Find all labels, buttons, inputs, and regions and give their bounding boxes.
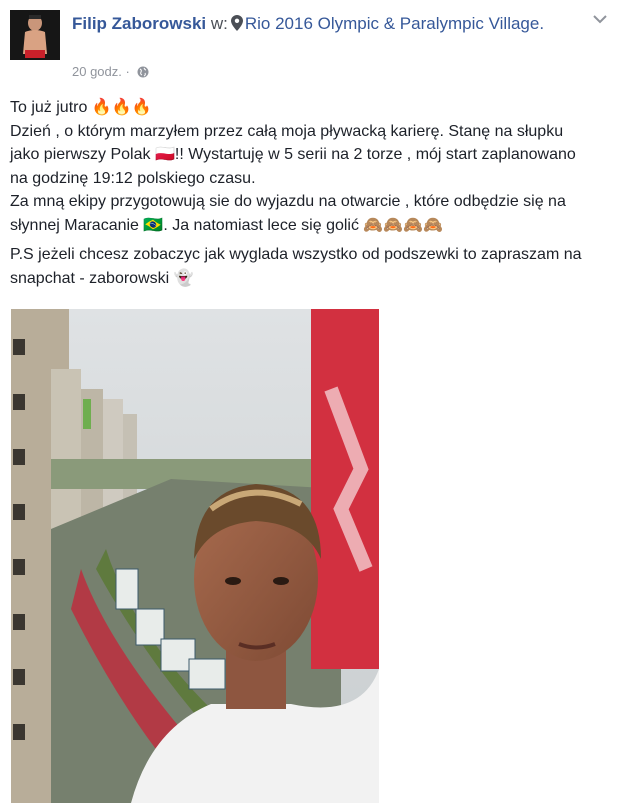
post-meta: 20 godz. · [72, 64, 149, 79]
post-text-paragraph: Za mną ekipy przygotowują sie do wyjazdu… [10, 193, 566, 234]
post-photo[interactable] [11, 309, 379, 803]
post-header: Filip Zaborowski w: Rio 2016 Olympic & Pa… [10, 10, 607, 82]
globe-icon[interactable] [137, 66, 149, 78]
avatar-image [10, 10, 60, 60]
meta-separator: · [125, 64, 130, 79]
post-text-paragraph: P.S jeżeli chcesz zobaczyc jak wyglada w… [10, 246, 582, 287]
with-label: w: [210, 14, 228, 33]
map-pin-icon [230, 15, 243, 31]
avatar[interactable] [10, 10, 60, 60]
author-name[interactable]: Filip Zaborowski [72, 14, 206, 33]
post-text-paragraph: Dzień , o którym marzyłem przez całą moj… [10, 122, 576, 187]
location-link[interactable]: Rio 2016 Olympic & Paralympic Village. [245, 14, 544, 33]
post-header-text: Filip Zaborowski w: Rio 2016 Olympic & Pa… [72, 12, 582, 35]
post-timestamp[interactable]: 20 godz. [72, 64, 122, 79]
selfie-photo [11, 309, 379, 803]
post-text-line: To już jutro 🔥🔥🔥 [10, 99, 152, 116]
post-body: To już jutro 🔥🔥🔥 Dzień , o którym marzył… [10, 96, 590, 290]
chevron-down-icon[interactable] [593, 14, 607, 24]
